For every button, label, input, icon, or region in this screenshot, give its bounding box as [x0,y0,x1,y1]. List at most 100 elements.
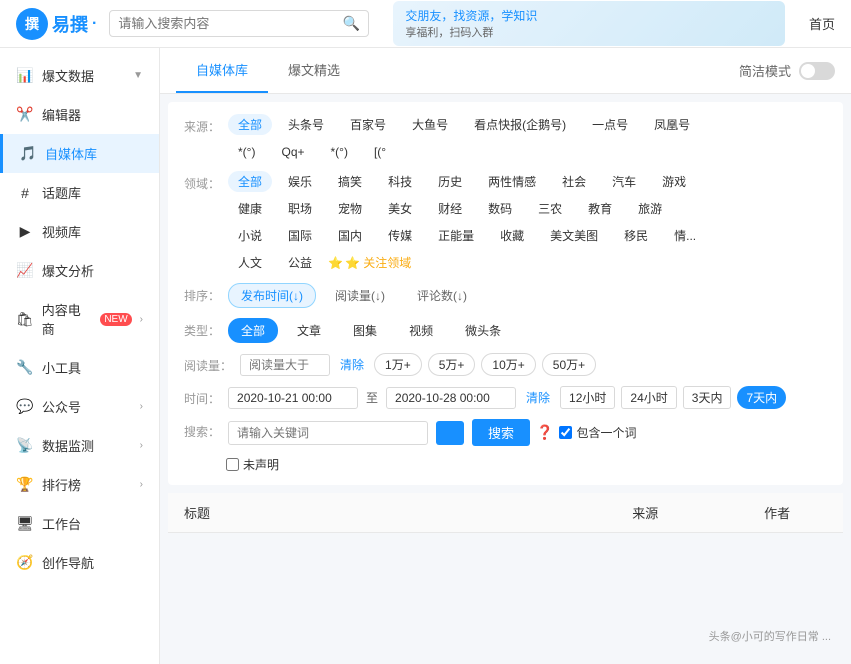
domain-chongwu[interactable]: 宠物 [328,198,372,219]
undeclared-label[interactable]: 未声明 [226,456,279,473]
source-yidian[interactable]: 一点号 [582,114,638,135]
search-bar[interactable]: 🔍 [109,10,369,37]
simple-mode-toggle[interactable] [799,62,835,80]
search-button[interactable]: 搜索 [472,419,530,446]
sidebar-item-ziwei[interactable]: 🎵 自媒体库 [0,134,159,173]
domain-gaoxiao[interactable]: 搞笑 [328,171,372,192]
domain-zhichang[interactable]: 职场 [278,198,322,219]
domain-qing[interactable]: 情... [664,225,706,246]
sort-row: 排序： 发布时间(↓) 阅读量(↓) 评论数(↓) [184,283,827,308]
time-24h[interactable]: 24小时 [621,386,676,409]
time-7d[interactable]: 7天内 [737,386,786,409]
read-50w[interactable]: 50万+ [542,353,596,376]
color-block1[interactable] [436,421,464,445]
sidebar-item-baowenfenxi[interactable]: 📈 爆文分析 [0,251,159,290]
source-extra3[interactable]: *(°) [321,143,358,161]
sidebar-item-shujujiance[interactable]: 📡 数据监测 › [0,426,159,465]
sidebar-item-bianji[interactable]: ✂️ 编辑器 [0,95,159,134]
undeclared-row: 未声明 [184,456,827,473]
domain-qiche[interactable]: 汽车 [602,171,646,192]
domain-yule[interactable]: 娱乐 [278,171,322,192]
sidebar-item-xiaogongju[interactable]: 🔧 小工具 [0,348,159,387]
undeclared-checkbox[interactable] [226,458,239,471]
time-from-input[interactable] [228,387,358,409]
monitor-icon: 📡 [16,437,34,455]
chevron-icon: › [140,401,143,412]
nav-home[interactable]: 首页 [809,14,835,33]
include-one-word-checkbox[interactable] [559,426,572,439]
read-1w[interactable]: 1万+ [374,353,422,376]
time-clear-btn[interactable]: 清除 [522,387,554,408]
domain-jiankang[interactable]: 健康 [228,198,272,219]
domain-shehui[interactable]: 社会 [552,171,596,192]
keyword-input[interactable] [228,421,428,445]
help-icon[interactable]: ❓ [536,424,553,441]
type-gallery[interactable]: 图集 [340,318,390,343]
domain-liangxing[interactable]: 两性情感 [478,171,546,192]
sort-comment[interactable]: 评论数(↓) [404,283,480,308]
domain-chuanmei[interactable]: 传媒 [378,225,422,246]
domain-guoji[interactable]: 国际 [278,225,322,246]
domain-shuma[interactable]: 数码 [478,198,522,219]
desk-icon: 🖥 [16,515,34,533]
include-one-word-label[interactable]: 包含一个词 [559,424,636,441]
domain-zhengnl[interactable]: 正能量 [428,225,484,246]
time-12h[interactable]: 12小时 [560,386,615,409]
type-article[interactable]: 文章 [284,318,334,343]
read-row: 阅读量： 清除 1万+ 5万+ 10万+ 50万+ [184,353,827,376]
tab-baowenjingxuan[interactable]: 爆文精选 [268,48,360,93]
sidebar-item-gongzonghao[interactable]: 💬 公众号 › [0,387,159,426]
source-dayu[interactable]: 大鱼号 [402,114,458,135]
search-input[interactable] [118,16,337,31]
sort-time[interactable]: 发布时间(↓) [228,283,316,308]
scissors-icon: ✂️ [16,106,34,124]
source-fenghuang[interactable]: 凤凰号 [644,114,700,135]
domain-lishi[interactable]: 历史 [428,171,472,192]
domain-xiaoshuo[interactable]: 小说 [228,225,272,246]
source-extra2[interactable]: Qq+ [271,143,314,161]
sidebar-item-gongtai[interactable]: 🖥 工作台 [0,504,159,543]
domain-label: 领域： [184,171,220,192]
type-video[interactable]: 视频 [396,318,446,343]
source-baijia[interactable]: 百家号 [340,114,396,135]
sidebar-item-paihangjbang[interactable]: 🏆 排行榜 › [0,465,159,504]
domain-youxi[interactable]: 游戏 [652,171,696,192]
logo-dot: · [92,15,97,33]
sort-read[interactable]: 阅读量(↓) [322,283,398,308]
domain-caijing[interactable]: 财经 [428,198,472,219]
domain-renwen[interactable]: 人文 [228,252,272,273]
time-row: 时间： 至 清除 12小时 24小时 3天内 7天内 [184,386,827,409]
domain-meiwen[interactable]: 美文美图 [540,225,608,246]
source-toutiao[interactable]: 头条号 [278,114,334,135]
chart-up-icon: 📈 [16,262,34,280]
sidebar-item-huati[interactable]: # 话题库 [0,173,159,212]
domain-gongyi[interactable]: 公益 [278,252,322,273]
type-all[interactable]: 全部 [228,318,278,343]
domain-sannong[interactable]: 三农 [528,198,572,219]
source-all[interactable]: 全部 [228,114,272,135]
read-input[interactable] [240,354,330,376]
domain-guonei[interactable]: 国内 [328,225,372,246]
source-extra1[interactable]: *(°) [228,143,265,161]
domain-jiaoyu[interactable]: 教育 [578,198,622,219]
read-5w[interactable]: 5万+ [428,353,476,376]
read-10w[interactable]: 10万+ [481,353,535,376]
domain-lvyou[interactable]: 旅游 [628,198,672,219]
sidebar-item-chuangyuandaohang[interactable]: 🧭 创作导航 [0,543,159,582]
domain-shoucang[interactable]: 收藏 [490,225,534,246]
source-extra4[interactable]: [(° [364,143,396,161]
source-kandian[interactable]: 看点快报(企鹅号) [464,114,576,135]
read-clear-btn[interactable]: 清除 [336,354,368,375]
tab-ziwei[interactable]: 自媒体库 [176,48,268,93]
time-3d[interactable]: 3天内 [683,386,732,409]
sidebar-item-baowendata[interactable]: 📊 爆文数据 ▼ [0,56,159,95]
domain-meinv[interactable]: 美女 [378,198,422,219]
sidebar-item-video[interactable]: ▶ 视频库 [0,212,159,251]
sidebar-item-neirong[interactable]: 🛍 内容电商 NEW › [0,290,159,348]
attention-link[interactable]: ⭐ ⭐ 关注领域 [328,254,411,271]
domain-keji[interactable]: 科技 [378,171,422,192]
domain-all[interactable]: 全部 [228,171,272,192]
domain-yimin[interactable]: 移民 [614,225,658,246]
type-microtoutiao[interactable]: 微头条 [452,318,514,343]
time-to-input[interactable] [386,387,516,409]
